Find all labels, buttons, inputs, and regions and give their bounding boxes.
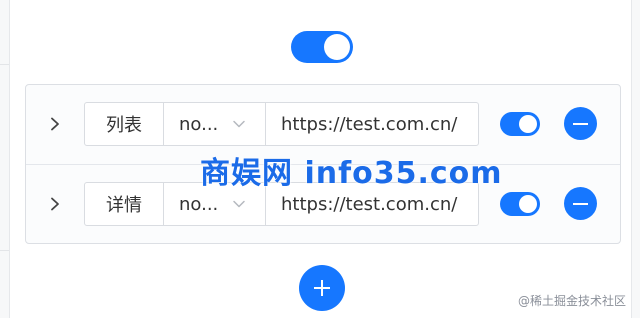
minus-icon	[573, 122, 588, 125]
remove-rule-button[interactable]	[564, 187, 597, 220]
url-input-value: https://test.com.cn/	[281, 193, 458, 215]
minus-icon	[573, 202, 588, 205]
url-input[interactable]: https://test.com.cn/	[266, 103, 478, 145]
right-edge-panel	[631, 0, 640, 318]
left-edge-panel	[0, 0, 10, 318]
rule-enable-toggle[interactable]	[500, 192, 540, 216]
toggle-knob	[519, 195, 537, 213]
remove-rule-button[interactable]	[564, 107, 597, 140]
chevron-down-icon	[233, 120, 245, 128]
chevron-right-icon[interactable]	[48, 197, 62, 211]
left-edge-divider	[0, 64, 9, 65]
credit-text: @稀土掘金技术社区	[517, 294, 626, 308]
chevron-right-icon[interactable]	[48, 117, 62, 131]
rule-type-label: 详情	[85, 183, 164, 225]
method-select[interactable]: no...	[164, 103, 266, 145]
toggle-knob	[519, 115, 537, 133]
plus-icon	[321, 280, 323, 296]
rule-type-label: 列表	[85, 103, 164, 145]
master-toggle[interactable]	[291, 31, 353, 63]
method-select-value: no...	[179, 193, 219, 215]
left-edge-divider	[0, 250, 9, 251]
toggle-knob	[324, 34, 350, 60]
watermark-text: 商娱网 info35.com	[200, 156, 503, 191]
rule-enable-toggle[interactable]	[500, 112, 540, 136]
chevron-down-icon	[233, 200, 245, 208]
rule-input-group: 列表 no... https://test.com.cn/	[84, 102, 479, 146]
add-rule-button[interactable]	[299, 265, 345, 311]
method-select-value: no...	[179, 113, 219, 135]
url-input-value: https://test.com.cn/	[281, 113, 458, 135]
